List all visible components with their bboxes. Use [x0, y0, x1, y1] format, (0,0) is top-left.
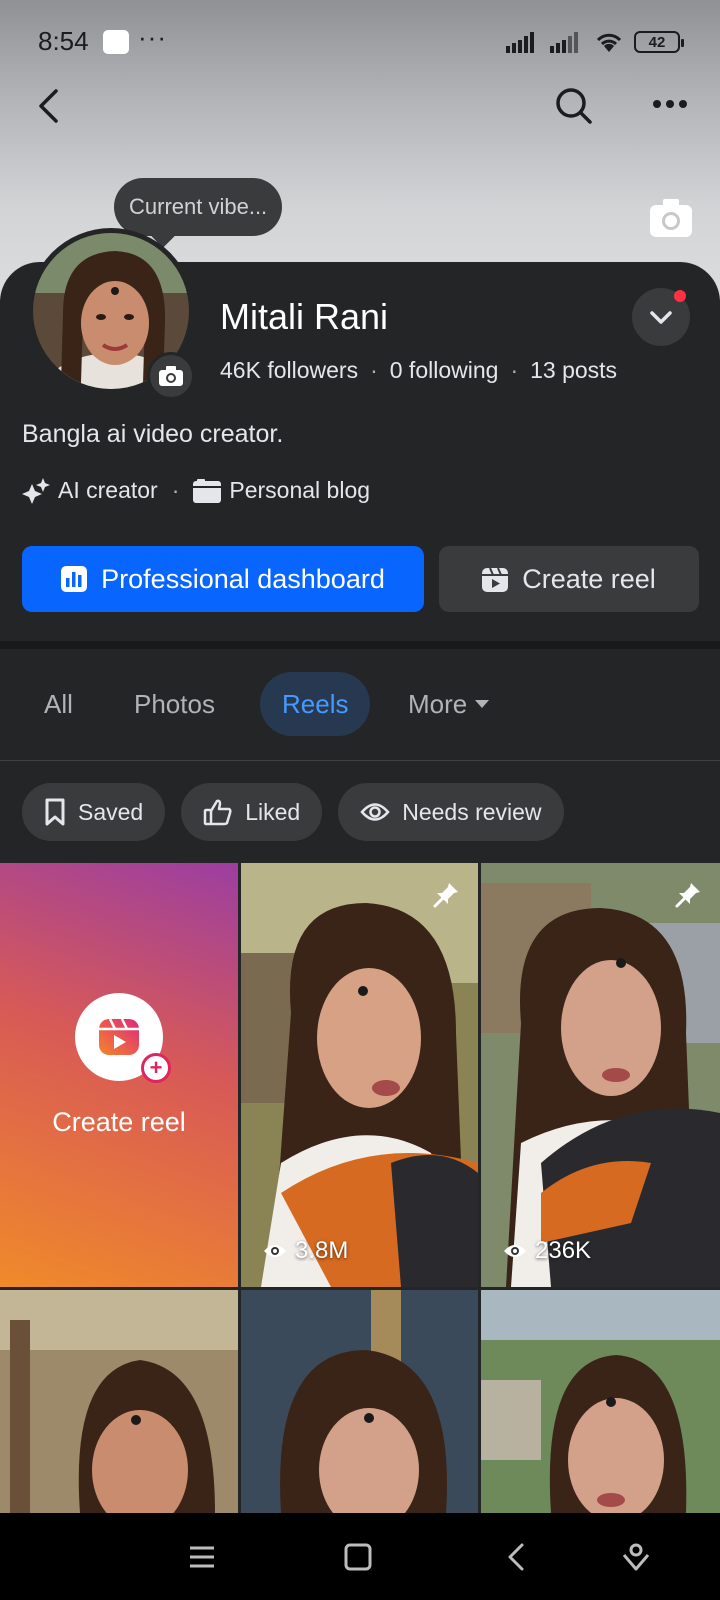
reel-tile-3[interactable]	[0, 1290, 238, 1513]
wifi-icon	[596, 33, 622, 52]
status-time: 8:54	[38, 26, 89, 56]
reel-tile-5[interactable]	[481, 1290, 720, 1513]
filter-saved[interactable]: Saved	[22, 783, 166, 841]
status-more-dots: ···	[138, 22, 167, 52]
filter-needs-review[interactable]: Needs review	[338, 783, 564, 841]
pin-icon	[675, 883, 700, 908]
status-bar: 8:54 ··· 42	[0, 0, 720, 84]
reel-views-count: 3.8M	[295, 1237, 349, 1264]
reel-tile-2[interactable]: 236K	[481, 863, 720, 1287]
filter-needs-review-label: Needs review	[402, 798, 542, 825]
notification-app-icon	[103, 30, 129, 54]
create-reel-button[interactable]: Create reel	[439, 546, 699, 612]
reel-thumbnail	[481, 863, 720, 1287]
signal-icon-2	[550, 32, 578, 53]
reel-icon	[482, 567, 509, 592]
eye-icon	[264, 1245, 286, 1257]
chevron-down-icon	[650, 311, 672, 324]
reel-tile-4[interactable]	[241, 1290, 478, 1513]
stats-separator: ·	[370, 357, 378, 383]
filter-liked-label: Liked	[245, 798, 301, 825]
menu-icon[interactable]	[180, 1535, 224, 1579]
reel-views-count: 236K	[535, 1237, 592, 1264]
profile-bio: Bangla ai video creator.	[22, 420, 284, 448]
blog-icon	[193, 478, 222, 503]
reel-views: 3.8M	[263, 1237, 348, 1265]
pin-icon	[433, 883, 458, 908]
more-icon[interactable]	[648, 82, 692, 126]
cover-camera-icon[interactable]	[649, 198, 693, 238]
create-reel-label: Create reel	[522, 563, 656, 594]
profile-name: Mitali Rani	[220, 296, 389, 337]
posts-count: 13 posts	[530, 357, 618, 383]
eye-icon	[504, 1245, 526, 1257]
reel-filters: Saved Liked Needs review	[22, 783, 564, 841]
status-indicators: 42	[506, 28, 684, 56]
battery-icon: 42	[634, 31, 684, 53]
following-count[interactable]: 0 following	[390, 357, 499, 384]
thumbs-up-icon	[203, 799, 232, 826]
reel-tile-1[interactable]: 3.8M	[241, 863, 478, 1287]
tab-all[interactable]: All	[44, 672, 73, 736]
category-separator: ·	[171, 477, 180, 503]
content-tabs: All Photos Reels More	[0, 649, 720, 761]
profile-stats: 46K followers · 0 following · 13 posts	[220, 357, 617, 384]
filter-liked[interactable]: Liked	[181, 783, 323, 841]
plus-icon: +	[141, 1052, 171, 1083]
tab-more-label: More	[408, 688, 468, 719]
professional-dashboard-button[interactable]: Professional dashboard	[22, 546, 424, 612]
reel-logo-icon: +	[75, 992, 171, 1083]
tab-photos[interactable]: Photos	[134, 672, 215, 736]
category-personal-blog: Personal blog	[229, 477, 371, 503]
top-bar	[0, 78, 720, 134]
dashboard-label: Professional dashboard	[101, 563, 385, 594]
followers-count[interactable]: 46K followers	[220, 357, 358, 384]
assistant-icon[interactable]	[614, 1535, 658, 1579]
tab-more[interactable]: More	[408, 672, 491, 736]
section-divider	[0, 641, 720, 649]
back-icon[interactable]	[494, 1535, 538, 1579]
create-reel-tile[interactable]: + Create reel	[0, 863, 238, 1287]
reel-thumbnail	[241, 863, 478, 1287]
reel-thumbnail	[0, 1290, 238, 1513]
reel-thumbnail	[481, 1290, 720, 1513]
category-ai-creator: AI creator	[58, 477, 158, 503]
tab-reels[interactable]: Reels	[260, 672, 371, 736]
profile-dropdown-button[interactable]	[632, 288, 690, 346]
eye-icon	[360, 803, 390, 821]
back-arrow-icon[interactable]	[26, 84, 70, 128]
bar-chart-icon	[61, 566, 88, 592]
filter-saved-label: Saved	[78, 798, 144, 825]
system-nav-bar	[0, 1513, 720, 1600]
bookmark-icon	[45, 798, 65, 826]
reels-grid: + Create reel 3.8M 236K	[0, 863, 720, 1513]
stats-separator: ·	[510, 357, 519, 383]
avatar-camera-icon[interactable]	[147, 352, 195, 400]
reel-views: 236K	[503, 1237, 591, 1265]
current-vibe-bubble[interactable]: Current vibe...	[114, 178, 283, 236]
signal-icon	[506, 32, 534, 53]
caret-down-icon	[475, 700, 490, 708]
search-icon[interactable]	[550, 82, 598, 130]
home-icon[interactable]	[336, 1535, 380, 1579]
reel-thumbnail	[241, 1290, 478, 1513]
profile-categories: AI creator · Personal blog	[22, 477, 370, 504]
create-reel-tile-label: Create reel	[52, 1106, 186, 1137]
notification-dot	[674, 290, 686, 302]
sparkle-icon	[22, 477, 50, 504]
